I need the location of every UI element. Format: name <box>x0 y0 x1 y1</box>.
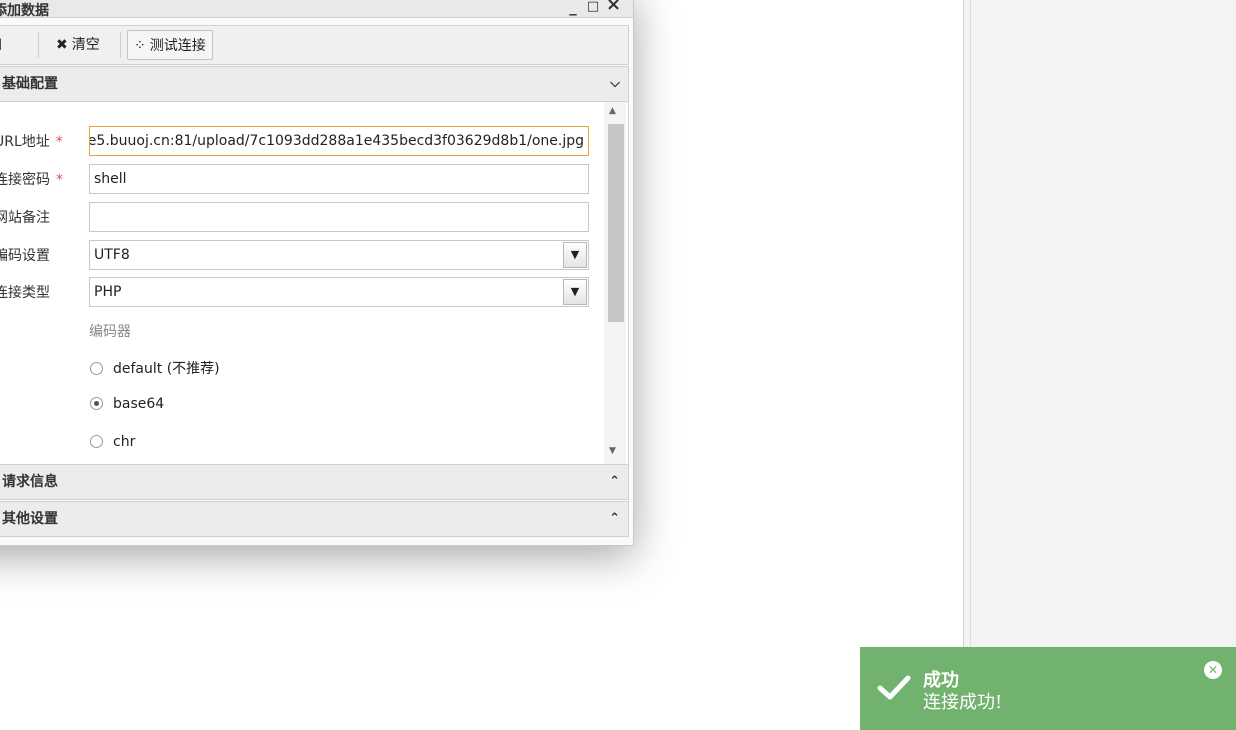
scrollbar[interactable]: ▲ ▼ <box>604 102 626 466</box>
required-mark: * <box>56 172 63 188</box>
maximize-icon[interactable]: □ <box>586 0 600 14</box>
add-button[interactable]: 添加 <box>0 30 8 60</box>
toolbar-separator <box>120 32 121 58</box>
password-label: 连接密码* <box>0 172 63 188</box>
toast-message: 连接成功! <box>923 692 1003 713</box>
basic-config-body: URL地址* http://node5.buuoj.cn:81/upload/7… <box>0 102 629 466</box>
dialog-titlebar[interactable]: 添加数据 _ □ × <box>0 0 633 19</box>
type-label: 连接类型 <box>0 285 50 301</box>
radio-encoder-base64[interactable]: base64 <box>90 396 164 412</box>
encoding-value: UTF8 <box>94 247 130 263</box>
section-other-label: 其他设置 <box>2 511 58 527</box>
section-request-info[interactable]: 请求信息 ⌃ <box>0 464 629 500</box>
encoder-label: 编码器 <box>89 324 131 340</box>
section-request-label: 请求信息 <box>2 474 58 490</box>
chevron-up-icon[interactable]: ⌃ <box>609 502 620 536</box>
type-select[interactable]: PHP ▼ <box>89 277 589 307</box>
scroll-thumb[interactable] <box>608 124 624 322</box>
clear-icon: ✖ <box>56 37 68 53</box>
password-input[interactable]: shell <box>89 164 589 194</box>
note-label: 网站备注 <box>0 210 50 226</box>
add-button-label: 添加 <box>0 37 2 53</box>
radio-button[interactable] <box>90 435 103 448</box>
url-label: URL地址* <box>0 134 63 150</box>
test-connection-label: 测试连接 <box>149 38 206 54</box>
chevron-down-icon[interactable]: ⌵ <box>610 67 620 101</box>
dialog-toolbar: 添加 ✖清空 ⁘测试连接 <box>0 25 629 65</box>
radio-encoder-default[interactable]: default (不推荐) <box>90 358 220 378</box>
right-side-panel <box>963 0 1236 730</box>
url-input[interactable]: http://node5.buuoj.cn:81/upload/7c1093dd… <box>89 126 589 156</box>
dialog-title: 添加数据 <box>0 3 49 19</box>
radio-button-checked[interactable] <box>90 397 103 410</box>
radio-button[interactable] <box>90 362 103 375</box>
success-toast: 成功 连接成功! ✕ <box>860 647 1236 730</box>
section-basic-config[interactable]: 基础配置 ⌵ <box>0 66 629 102</box>
chevron-down-icon[interactable]: ▼ <box>563 242 587 268</box>
scroll-down-icon[interactable]: ▼ <box>609 446 616 456</box>
loading-spinner-icon: ⁘ <box>134 38 146 54</box>
clear-button-label: 清空 <box>71 37 100 53</box>
note-input[interactable] <box>89 202 589 232</box>
required-mark: * <box>55 134 63 150</box>
section-basic-label: 基础配置 <box>2 76 58 92</box>
clear-button[interactable]: ✖ 清空 <box>50 30 106 60</box>
section-other-settings[interactable]: 其他设置 ⌃ <box>0 501 629 537</box>
add-data-dialog: 添加数据 _ □ × 添加 ✖清空 ⁘测试连接 基础配置 ⌵ URL地址* ht… <box>0 0 634 546</box>
type-value: PHP <box>94 284 122 300</box>
checkmark-icon <box>877 675 911 700</box>
encoding-label: 编码设置 <box>0 248 50 264</box>
panel-divider <box>970 0 971 730</box>
minimize-icon[interactable]: _ <box>566 0 580 16</box>
toolbar-separator <box>38 32 39 58</box>
chevron-down-icon[interactable]: ▼ <box>563 279 587 305</box>
close-icon[interactable]: ✕ <box>1204 661 1222 679</box>
encoding-select[interactable]: UTF8 ▼ <box>89 240 589 270</box>
chevron-up-icon[interactable]: ⌃ <box>609 465 620 499</box>
close-icon[interactable]: × <box>606 0 621 15</box>
radio-encoder-chr[interactable]: chr <box>90 434 135 450</box>
test-connection-button[interactable]: ⁘ 测试连接 <box>127 30 213 60</box>
scroll-up-icon[interactable]: ▲ <box>609 106 616 116</box>
